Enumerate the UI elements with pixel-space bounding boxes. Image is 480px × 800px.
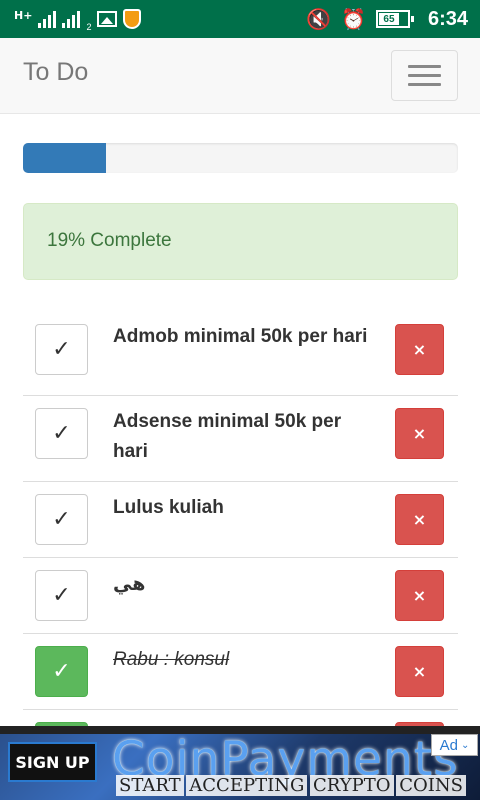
mute-icon: 🔇	[306, 7, 332, 31]
todo-text: Rabu : konsul	[113, 649, 230, 670]
image-notification-icon	[97, 11, 118, 27]
progress-fill	[23, 143, 106, 173]
completion-alert: 19% Complete	[23, 203, 458, 280]
delete-button[interactable]: ×	[395, 494, 444, 545]
navbar: To Do	[0, 38, 480, 114]
todo-text: Admob minimal 50k per hari	[113, 326, 368, 347]
chevron-down-icon: ⌄	[460, 739, 470, 751]
ad-badge-label: Ad	[439, 736, 458, 754]
status-right: 🔇 ⏰ 65 6:34	[306, 6, 468, 32]
check-button[interactable]: ✓	[35, 324, 88, 375]
battery-level: 65	[378, 13, 399, 25]
check-button[interactable]: ✓	[35, 408, 88, 459]
todo-text: Adsense minimal 50k per hari	[113, 411, 342, 462]
status-bar: H+ 2 🔇 ⏰ 65 6:34	[0, 0, 480, 38]
ad-tagline: START ACCEPTING CRYPTO COINS	[116, 775, 466, 796]
alarm-icon: ⏰	[341, 7, 366, 31]
check-button[interactable]: ✓	[35, 494, 88, 545]
todo-row: ✓ هي ×	[23, 558, 458, 634]
check-button[interactable]: ✓	[35, 646, 88, 697]
ad-tag-word: COINS	[396, 775, 466, 796]
delete-button[interactable]: ×	[395, 646, 444, 697]
shield-icon	[123, 9, 142, 29]
todo-row: ✓ Rabu : konsul ×	[23, 634, 458, 710]
app-title[interactable]: To Do	[23, 58, 88, 87]
ad-choices-badge[interactable]: Ad ⌄	[431, 734, 478, 756]
todo-row: ✓ Adsense minimal 50k per hari ×	[23, 396, 458, 482]
ad-tag-word: START	[116, 775, 184, 796]
todo-text: هي	[113, 573, 146, 595]
battery-icon: 65	[375, 10, 414, 28]
delete-button[interactable]: ×	[395, 570, 444, 621]
signal-icon-2	[62, 10, 81, 28]
delete-button[interactable]: ×	[395, 324, 444, 375]
ad-banner[interactable]: SIGN UP CoinPayments START ACCEPTING CRY…	[0, 726, 480, 800]
todo-text: Lulus kuliah	[113, 497, 224, 518]
signal-icon	[38, 10, 57, 28]
todo-row: ✓ Lulus kuliah ×	[23, 482, 458, 558]
signup-button[interactable]: SIGN UP	[8, 742, 97, 782]
hamburger-icon[interactable]	[391, 50, 458, 101]
clock: 6:34	[427, 7, 468, 30]
progress-bar	[23, 143, 458, 173]
delete-button[interactable]: ×	[395, 408, 444, 459]
ad-tag-word: ACCEPTING	[186, 775, 308, 796]
ad-tag-word: CRYPTO	[310, 775, 394, 796]
todo-row: ✓ Admob minimal 50k per hari ×	[23, 306, 458, 396]
check-button[interactable]: ✓	[35, 570, 88, 621]
status-left: H+ 2	[14, 6, 142, 32]
network-type: H+	[14, 8, 33, 22]
signal-sim-label: 2	[86, 22, 92, 32]
